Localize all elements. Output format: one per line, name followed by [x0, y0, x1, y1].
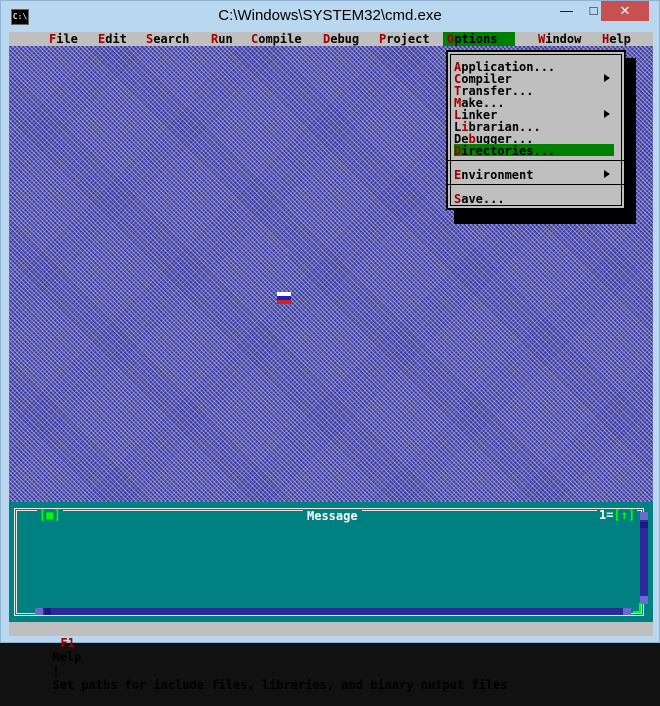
menu-edit[interactable]: Edit	[98, 32, 127, 46]
mouse-cursor-icon	[277, 292, 291, 304]
menu-item-librarian[interactable]: Librarian...	[454, 120, 614, 134]
minimize-button[interactable]: —	[553, 1, 580, 21]
close-button[interactable]: ✕	[601, 1, 649, 21]
vertical-scrollbar[interactable]	[640, 512, 648, 604]
menu-compile[interactable]: Compile	[251, 32, 302, 46]
help-key[interactable]: F1	[60, 636, 74, 650]
menu-item-compiler[interactable]: Compiler	[454, 72, 614, 86]
menu-separator	[448, 160, 624, 161]
menu-item-directories[interactable]: Directories...	[454, 144, 614, 158]
menu-window[interactable]: Window	[538, 32, 581, 46]
menu-file[interactable]: File	[49, 32, 78, 46]
menu-project[interactable]: Project	[379, 32, 430, 46]
menu-item-environment[interactable]: Environment	[454, 168, 614, 182]
console-window: C:\ C:\Windows\SYSTEM32\cmd.exe — □ ✕ ≡ …	[0, 0, 660, 692]
message-window-frame: [■] Message 1=[↑]	[14, 508, 644, 616]
menu-bar: ≡ File Edit Search Run Compile Debug Pro…	[9, 32, 653, 60]
message-window[interactable]: [■] Message 1=[↑]	[9, 502, 653, 622]
message-window-number[interactable]: 1=[↑]	[597, 508, 638, 522]
message-window-title: Message	[303, 510, 362, 524]
menu-item-save[interactable]: Save...	[454, 192, 614, 206]
vertical-scroll-thumb[interactable]	[640, 522, 648, 528]
scroll-up-icon[interactable]	[640, 512, 648, 520]
menu-item-debugger[interactable]: Debugger...	[454, 132, 614, 146]
help-key-label: Help	[52, 650, 82, 664]
menu-item-make[interactable]: Make...	[454, 96, 614, 110]
resize-corner-icon[interactable]	[633, 603, 641, 613]
submenu-arrow-icon	[604, 110, 610, 118]
submenu-arrow-icon	[604, 74, 610, 82]
menu-search[interactable]: Search	[146, 32, 189, 46]
menu-help[interactable]: Help	[602, 32, 631, 46]
menu-item-linker[interactable]: Linker	[454, 108, 614, 122]
menu-separator	[448, 184, 624, 185]
horizontal-scroll-thumb[interactable]	[45, 608, 51, 615]
status-hint: Set paths for include files, libraries, …	[52, 678, 508, 692]
options-dropdown: Application... Compiler Transfer... Make…	[446, 50, 626, 210]
menu-item-application[interactable]: Application...	[454, 60, 614, 74]
scroll-right-icon[interactable]	[623, 608, 631, 615]
dos-screen: ≡ File Edit Search Run Compile Debug Pro…	[9, 32, 653, 692]
status-separator: |	[52, 664, 60, 678]
horizontal-scrollbar[interactable]	[35, 608, 631, 615]
menu-run[interactable]: Run	[211, 32, 233, 46]
submenu-arrow-icon	[604, 170, 610, 178]
status-bar: F1 Help | Set paths for include files, l…	[9, 622, 653, 692]
menu-options[interactable]: Options	[443, 32, 515, 46]
zoom-box[interactable]: [↑]	[613, 508, 635, 522]
title-bar[interactable]: C:\ C:\Windows\SYSTEM32\cmd.exe — □ ✕	[1, 1, 659, 32]
scroll-down-icon[interactable]	[640, 596, 648, 604]
menu-item-transfer[interactable]: Transfer...	[454, 84, 614, 98]
message-close-box[interactable]: [■]	[37, 509, 63, 521]
scroll-left-icon[interactable]	[35, 608, 43, 615]
menu-debug[interactable]: Debug	[323, 32, 359, 46]
